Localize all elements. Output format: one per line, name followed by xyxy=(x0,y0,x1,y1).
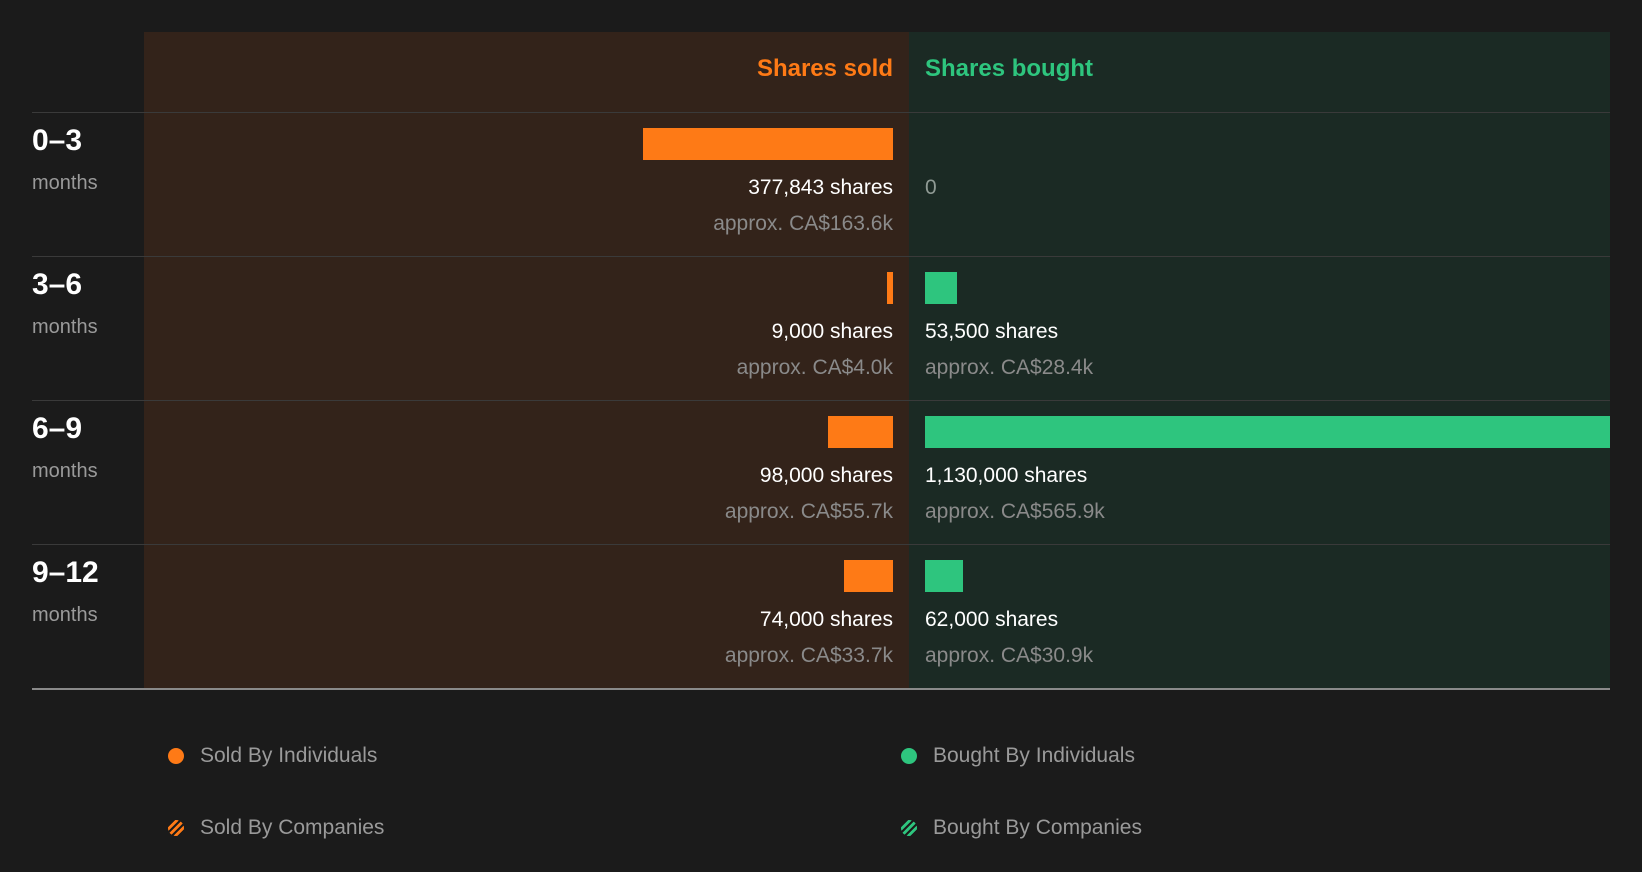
period-unit-label: months xyxy=(32,604,98,626)
bought-value-label: approx. CA$30.9k xyxy=(925,644,1094,667)
legend-item: Bought By Individuals xyxy=(901,744,1135,768)
sold-shares-label: 377,843 shares xyxy=(748,176,893,199)
sold-shares-label: 9,000 shares xyxy=(771,320,893,343)
row-separator xyxy=(32,544,1610,545)
period-label: 9–12 xyxy=(32,556,99,589)
bought-shares-label: 62,000 shares xyxy=(925,608,1059,631)
sold-shares-label: 98,000 shares xyxy=(759,464,893,487)
legend-label: Sold By Companies xyxy=(200,816,385,839)
bought-value-label: approx. CA$28.4k xyxy=(925,356,1094,379)
sold-value-label: approx. CA$4.0k xyxy=(736,356,893,379)
shares-bought-header: Shares bought xyxy=(925,55,1094,82)
sold-value-label: approx. CA$163.6k xyxy=(713,212,893,235)
sold-bar xyxy=(642,128,893,160)
bought-bar xyxy=(925,560,963,592)
sold-bar xyxy=(828,416,893,448)
period-label: 0–3 xyxy=(32,124,83,157)
sold-bar xyxy=(887,272,893,304)
bought-shares-label: 53,500 shares xyxy=(925,320,1059,343)
striped-dot-icon xyxy=(901,820,917,836)
legend-label: Bought By Individuals xyxy=(933,744,1135,767)
bought-bar xyxy=(925,416,1610,448)
sold-shares-label: 74,000 shares xyxy=(759,608,893,631)
bought-bar xyxy=(925,272,958,304)
solid-dot-icon xyxy=(901,748,917,764)
row-separator xyxy=(32,112,1610,113)
row-separator xyxy=(32,400,1610,401)
period-unit-label: months xyxy=(32,460,98,482)
row-separator xyxy=(32,256,1610,257)
solid-dot-icon xyxy=(168,748,184,764)
period-unit-label: months xyxy=(32,316,98,338)
sold-value-label: approx. CA$33.7k xyxy=(724,644,893,667)
period-label: 6–9 xyxy=(32,412,83,445)
row-separator xyxy=(32,688,1610,690)
legend-label: Bought By Companies xyxy=(933,816,1142,839)
legend-item: Sold By Individuals xyxy=(168,744,377,768)
sold-value-label: approx. CA$55.7k xyxy=(724,500,893,523)
legend-item: Sold By Companies xyxy=(168,816,384,840)
striped-dot-icon xyxy=(168,820,184,836)
sold-bar xyxy=(843,560,893,592)
legend-item: Bought By Companies xyxy=(901,816,1142,840)
shares-sold-header: Shares sold xyxy=(756,55,893,82)
bought-shares-label: 0 xyxy=(925,176,937,199)
legend-label: Sold By Individuals xyxy=(200,744,378,767)
period-unit-label: months xyxy=(32,172,98,194)
bought-value-label: approx. CA$565.9k xyxy=(925,500,1105,523)
period-label: 3–6 xyxy=(32,268,83,301)
bought-shares-label: 1,130,000 shares xyxy=(925,464,1088,487)
